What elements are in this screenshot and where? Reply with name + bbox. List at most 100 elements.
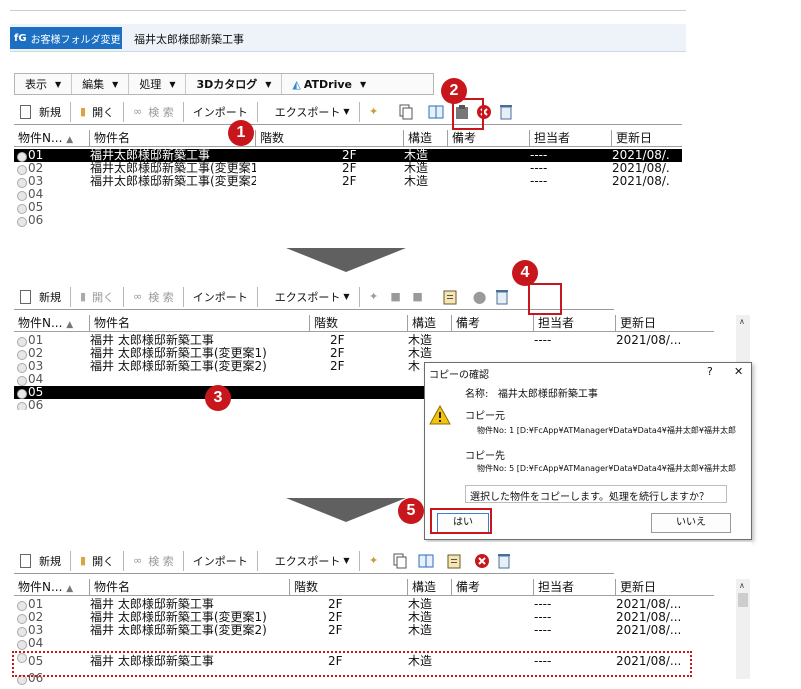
list-row[interactable]: 05 xyxy=(14,201,682,214)
scroll-thumb[interactable] xyxy=(738,593,748,607)
list-row[interactable]: 03 福井 太郎様邸新築工事(変更案2) 2F 木造 ---- 2021/08/... xyxy=(14,624,714,637)
paste-icon[interactable] xyxy=(443,550,465,572)
export-button[interactable]: エクスポート ▼ xyxy=(261,549,356,573)
new-file-icon xyxy=(20,104,31,119)
col-structure[interactable]: 構造 xyxy=(408,579,452,596)
new-row-highlight xyxy=(12,651,692,677)
dest-path: 物件No: 5 [D:¥FcApp¥ATManager¥Data¥Data4¥福… xyxy=(477,464,736,473)
tools-icon[interactable]: ✦ xyxy=(363,550,385,572)
no-button[interactable]: いいえ xyxy=(651,513,731,533)
copy-icon[interactable]: ■ xyxy=(385,286,407,308)
list-row[interactable]: 02 福井太郎様邸新築工事(変更案1) 2F 木造 ---- 2021/08/. xyxy=(14,162,682,175)
col-date[interactable]: 更新日 xyxy=(612,130,682,147)
delete-icon[interactable] xyxy=(471,550,493,572)
transfer-icon[interactable] xyxy=(425,101,447,123)
recycle-bin-icon[interactable] xyxy=(493,550,515,572)
col-name[interactable]: 物件名 xyxy=(90,315,310,332)
toolbar: 新規 ▮ 開く ∞ 検 索 インポート エクスポート ▼ ✦ ■ ■ ● xyxy=(14,284,614,310)
list-row[interactable]: 02 福井 太郎様邸新築工事(変更案1) 2F 木造 xyxy=(14,347,714,360)
toolbar: 新規 ▮ 開く ∞ 検 索 インポート エクスポート ▼ ✦ xyxy=(14,548,614,574)
dest-heading: コピー先 xyxy=(465,451,505,462)
new-button[interactable]: 新規 xyxy=(14,285,67,309)
new-file-icon xyxy=(20,289,31,304)
toolbar: 新規 ▮ 開く ∞ 検 索 インポート エクスポート ▼ ✦ xyxy=(14,99,682,125)
recycle-bin-icon[interactable] xyxy=(495,101,517,123)
menu-edit[interactable]: 編集 ▼ xyxy=(72,74,130,94)
source-path: 物件No: 1 [D:¥FcApp¥ATManager¥Data¥Data4¥福… xyxy=(477,426,736,435)
tools-icon[interactable]: ✦ xyxy=(363,286,385,308)
highlight-yes-button xyxy=(430,508,492,534)
search-button[interactable]: ∞ 検 索 xyxy=(127,285,180,309)
scroll-up-icon[interactable]: ∧ xyxy=(739,317,745,326)
folder-change-button[interactable]: fG お客様フォルダ変更 xyxy=(10,27,122,49)
open-folder-icon: ▮ xyxy=(80,554,87,567)
search-button[interactable]: ∞ 検 索 xyxy=(127,549,180,573)
new-button[interactable]: 新規 xyxy=(14,549,67,573)
list-row[interactable]: 04 xyxy=(14,637,714,650)
col-staff[interactable]: 担当者 xyxy=(530,130,612,147)
col-staff[interactable]: 担当者 xyxy=(534,579,616,596)
col-floors[interactable]: 階数 xyxy=(290,579,408,596)
new-button[interactable]: 新規 xyxy=(14,100,67,124)
close-button[interactable]: ✕ xyxy=(734,365,743,378)
atdrive-icon: ◭ xyxy=(292,77,301,91)
menu-3d-catalog[interactable]: 3Dカタログ ▼ xyxy=(186,74,283,94)
export-button[interactable]: エクスポート ▼ xyxy=(261,285,356,309)
col-notes[interactable]: 備考 xyxy=(448,130,530,147)
menu-view[interactable]: 表示 ▼ xyxy=(15,74,73,94)
copy-icon[interactable] xyxy=(395,101,417,123)
open-button[interactable]: ▮ 開く xyxy=(74,100,120,124)
col-date[interactable]: 更新日 xyxy=(616,579,714,596)
menu-process[interactable]: 処理 ▼ xyxy=(129,74,187,94)
list-row[interactable]: 06 xyxy=(14,214,682,227)
open-button[interactable]: ▮ 開く xyxy=(74,285,120,309)
scroll-up-icon[interactable]: ∧ xyxy=(739,581,745,590)
list-row[interactable]: 03 福井太郎様邸新築工事(変更案2) 2F 木造 ---- 2021/08/. xyxy=(14,175,682,188)
transfer-icon[interactable] xyxy=(415,550,437,572)
recycle-bin-icon[interactable] xyxy=(491,286,513,308)
import-button[interactable]: インポート xyxy=(187,549,254,573)
list-scrollbar[interactable]: ∧ xyxy=(736,579,750,679)
col-name[interactable]: 物件名 xyxy=(90,579,290,596)
copy-icon[interactable] xyxy=(389,550,411,572)
import-button[interactable]: インポート xyxy=(187,285,254,309)
highlight-copy-button-1 xyxy=(452,98,484,130)
open-folder-icon: ▮ xyxy=(80,105,87,118)
list-header: 物件N... ▲ 物件名 階数 構造 備考 担当者 更新日 xyxy=(14,315,714,332)
list-row[interactable]: 01 福井太郎様邸新築工事 2F 木造 ---- 2021/08/. xyxy=(14,149,682,162)
project-title: 福井太郎様邸新築工事 xyxy=(134,33,244,46)
menu-atdrive[interactable]: ◭ ATDrive ▼ xyxy=(282,74,376,94)
dialog-title: コピーの確認 xyxy=(429,370,489,381)
col-notes[interactable]: 備考 xyxy=(452,579,534,596)
binoculars-icon: ∞ xyxy=(133,290,143,303)
binoculars-icon: ∞ xyxy=(133,105,143,118)
paste-icon[interactable] xyxy=(439,286,461,308)
help-button[interactable]: ? xyxy=(707,365,713,378)
panel-step1: fG お客様フォルダ変更 福井太郎様邸新築工事 表示 ▼ 編集 ▼ 処理 ▼ 3Dカタ… xyxy=(10,10,686,246)
menubar: 表示 ▼ 編集 ▼ 処理 ▼ 3Dカタログ ▼ ◭ ATDrive ▼ xyxy=(14,73,434,95)
col-floors[interactable]: 階数 xyxy=(310,315,408,332)
list-row[interactable]: 04 xyxy=(14,188,682,201)
col-floors[interactable]: 階数 xyxy=(256,130,404,147)
col-no[interactable]: 物件N... ▲ xyxy=(14,130,90,147)
open-button[interactable]: ▮ 開く xyxy=(74,549,120,573)
col-staff[interactable]: 担当者 xyxy=(534,315,616,332)
transfer-icon[interactable]: ■ xyxy=(407,286,429,308)
tools-icon[interactable]: ✦ xyxy=(363,101,385,123)
export-button[interactable]: エクスポート ▼ xyxy=(261,100,356,124)
delete-icon[interactable]: ● xyxy=(469,286,491,308)
col-notes[interactable]: 備考 xyxy=(452,315,534,332)
warning-icon xyxy=(429,404,451,428)
search-button[interactable]: ∞ 検 索 xyxy=(127,100,180,124)
list-row[interactable]: 02 福井 太郎様邸新築工事(変更案1) 2F 木造 ---- 2021/08/... xyxy=(14,611,714,624)
source-heading: コピー元 xyxy=(465,411,505,422)
col-structure[interactable]: 構造 xyxy=(404,130,448,147)
list-row[interactable]: 01 福井 太郎様邸新築工事 2F 木造 ---- 2021/08/... xyxy=(14,334,714,347)
list-row[interactable]: 01 福井 太郎様邸新築工事 2F 木造 ---- 2021/08/... xyxy=(14,598,714,611)
highlight-paste-button xyxy=(528,283,562,315)
folder-change-label: お客様フォルダ変更 xyxy=(30,34,121,46)
col-structure[interactable]: 構造 xyxy=(408,315,452,332)
col-no[interactable]: 物件N... ▲ xyxy=(14,579,90,596)
col-date[interactable]: 更新日 xyxy=(616,315,714,332)
col-no[interactable]: 物件N... ▲ xyxy=(14,315,90,332)
